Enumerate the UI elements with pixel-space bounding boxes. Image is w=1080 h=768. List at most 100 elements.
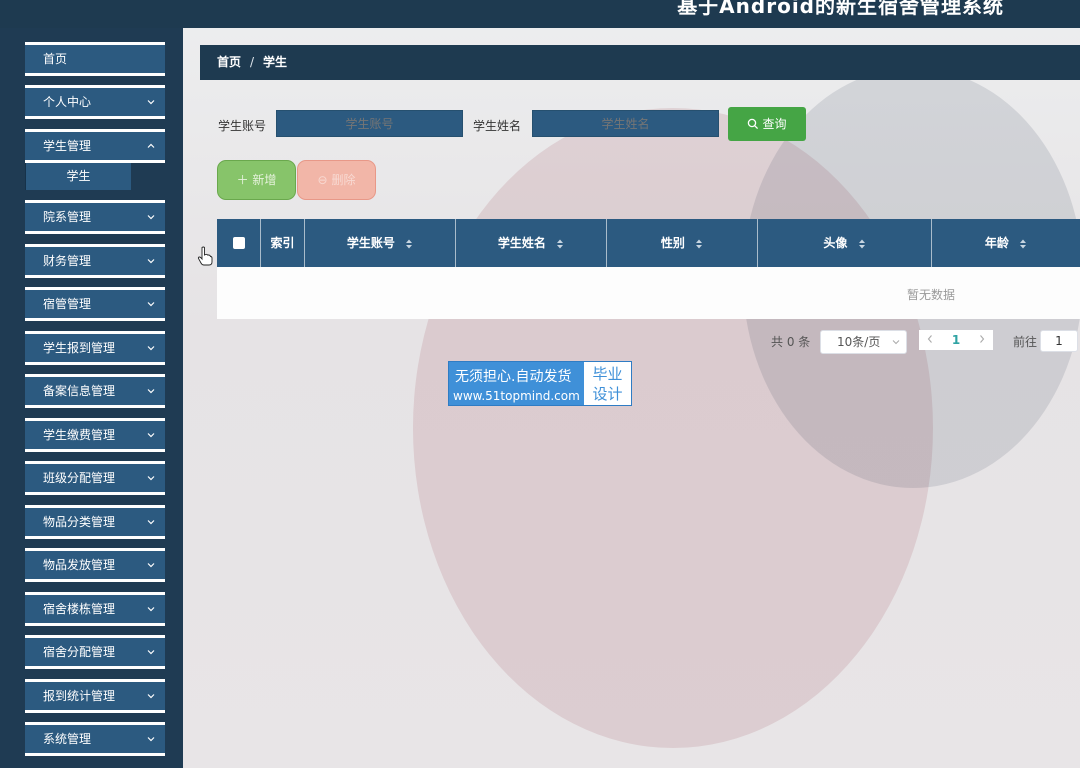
column-header-age[interactable]: 年龄	[932, 219, 1080, 267]
column-header-index: 索引	[261, 219, 305, 267]
student-account-input[interactable]	[276, 110, 463, 137]
sidebar-item-student-registration[interactable]: 学生报到管理	[25, 331, 165, 365]
search-icon	[748, 118, 759, 130]
column-header-label: 头像	[823, 236, 848, 250]
sidebar-item-label: 报到统计管理	[43, 689, 116, 703]
chevron-down-icon	[147, 737, 155, 742]
chevron-down-icon	[147, 302, 155, 307]
sidebar-item-class-assignment[interactable]: 班级分配管理	[25, 461, 165, 495]
sidebar-item-label: 学生报到管理	[43, 341, 116, 355]
sidebar-item-label: 物品发放管理	[43, 558, 116, 572]
app-title: 基于Android的新生宿舍管理系统	[677, 0, 1004, 18]
watermark-line2: www.51topmind.com	[453, 389, 580, 403]
sidebar-item-registration-stats[interactable]: 报到统计管理	[25, 679, 165, 713]
next-page-button[interactable]	[971, 330, 993, 350]
sidebar-item-label: 宿舍分配管理	[43, 645, 116, 659]
page-size-value: 10条/页	[837, 335, 881, 349]
student-table: 索引 学生账号 学生姓名 性别 头像 年龄 暂无数据	[217, 219, 1080, 319]
table-body: 暂无数据	[217, 267, 1080, 319]
empty-state-text: 暂无数据	[907, 288, 956, 302]
sidebar-item-finance[interactable]: 财务管理	[25, 244, 165, 278]
sidebar-item-item-distribution[interactable]: 物品发放管理	[25, 548, 165, 582]
sidebar-item-label: 物品分类管理	[43, 515, 116, 529]
column-header-label: 学生账号	[346, 236, 395, 250]
student-account-label: 学生账号	[218, 119, 267, 133]
delete-button-label: 删除	[331, 173, 356, 187]
sidebar-item-student-management[interactable]: 学生管理	[25, 129, 165, 163]
sort-icon[interactable]	[858, 238, 866, 250]
select-all-checkbox[interactable]	[233, 237, 245, 249]
sidebar-item-filing-info[interactable]: 备案信息管理	[25, 374, 165, 408]
sidebar-item-home[interactable]: 首页	[25, 42, 165, 76]
student-name-label: 学生姓名	[473, 119, 522, 133]
watermark-line1: 无须担心.自动发货	[455, 369, 572, 385]
watermark-badge-line2: 设计	[592, 385, 623, 403]
chevron-down-icon	[892, 340, 900, 345]
sidebar-item-label: 宿管管理	[43, 297, 92, 311]
sidebar-item-student-payment[interactable]: 学生缴费管理	[25, 418, 165, 452]
sidebar-item-label: 学生缴费管理	[43, 428, 116, 442]
sort-icon[interactable]	[1019, 238, 1027, 250]
chevron-left-icon	[927, 335, 932, 343]
chevron-down-icon	[147, 259, 155, 264]
add-button-label: 新增	[252, 173, 277, 187]
delete-icon: ⊖	[317, 173, 328, 187]
sidebar-item-label: 首页	[43, 52, 68, 66]
page-size-select[interactable]: 10条/页	[820, 330, 907, 354]
sort-icon[interactable]	[556, 238, 564, 250]
watermark-badge-line1: 毕业	[592, 365, 623, 383]
chevron-down-icon	[147, 563, 155, 568]
sort-icon[interactable]	[405, 238, 413, 250]
column-header-gender[interactable]: 性别	[607, 219, 758, 267]
goto-label: 前往	[1013, 335, 1038, 349]
sidebar-item-label: 班级分配管理	[43, 471, 116, 485]
sidebar-item-item-category[interactable]: 物品分类管理	[25, 505, 165, 539]
sidebar-item-label: 宿舍楼栋管理	[43, 602, 116, 616]
delete-button[interactable]: ⊖ 删除	[297, 160, 376, 200]
pagination-total: 共 0 条	[771, 335, 811, 349]
sort-icon[interactable]	[695, 238, 703, 250]
sidebar-item-label: 财务管理	[43, 254, 92, 268]
student-name-input[interactable]	[532, 110, 719, 137]
sidebar-item-dorm-assignment[interactable]: 宿舍分配管理	[25, 635, 165, 669]
sidebar-subitem-student[interactable]: 学生	[25, 163, 131, 190]
watermark-badge: 毕业 设计	[584, 362, 631, 405]
add-button[interactable]: ＋ 新增	[217, 160, 296, 200]
column-header-label: 性别	[660, 236, 685, 250]
chevron-down-icon	[147, 520, 155, 525]
chevron-down-icon	[147, 346, 155, 351]
sidebar: 首页 个人中心 学生管理 学生 院系管理 财务管理 宿管管理 学生报到管理 备案…	[0, 28, 184, 768]
column-header-avatar[interactable]: 头像	[758, 219, 932, 267]
sidebar-item-department[interactable]: 院系管理	[25, 200, 165, 234]
breadcrumb-home[interactable]: 首页	[217, 45, 241, 80]
column-header-student-account[interactable]: 学生账号	[305, 219, 456, 267]
column-header-label: 年龄	[984, 236, 1009, 250]
sidebar-item-label: 院系管理	[43, 210, 92, 224]
sidebar-item-personal-center[interactable]: 个人中心	[25, 85, 165, 119]
sidebar-item-dorm-building[interactable]: 宿舍楼栋管理	[25, 592, 165, 626]
chevron-down-icon	[147, 650, 155, 655]
column-header-student-name[interactable]: 学生姓名	[456, 219, 607, 267]
watermark-banner: 无须担心.自动发货 www.51topmind.com 毕业 设计	[448, 361, 632, 406]
sidebar-item-label: 学生管理	[43, 139, 92, 153]
breadcrumb: 首页 / 学生	[200, 45, 1080, 80]
goto-page-input[interactable]: 1	[1040, 330, 1078, 352]
select-all-cell	[217, 219, 261, 267]
sidebar-item-label: 备案信息管理	[43, 384, 116, 398]
chevron-down-icon	[147, 215, 155, 220]
hand-cursor-icon	[197, 246, 213, 266]
column-header-label: 学生姓名	[497, 236, 546, 250]
query-button[interactable]: 查询	[728, 107, 806, 141]
chevron-up-icon	[147, 143, 155, 148]
sidebar-item-label: 个人中心	[43, 95, 92, 109]
page-number-1[interactable]: 1	[941, 330, 971, 350]
sidebar-item-label: 系统管理	[43, 732, 92, 746]
sidebar-item-dorm-manager[interactable]: 宿管管理	[25, 287, 165, 321]
chevron-right-icon	[980, 335, 985, 343]
prev-page-button[interactable]	[919, 330, 941, 350]
chevron-down-icon	[147, 476, 155, 481]
table-header: 索引 学生账号 学生姓名 性别 头像 年龄	[217, 219, 1080, 267]
chevron-down-icon	[147, 389, 155, 394]
breadcrumb-current: 学生	[263, 55, 288, 69]
sidebar-item-system[interactable]: 系统管理	[25, 722, 165, 756]
